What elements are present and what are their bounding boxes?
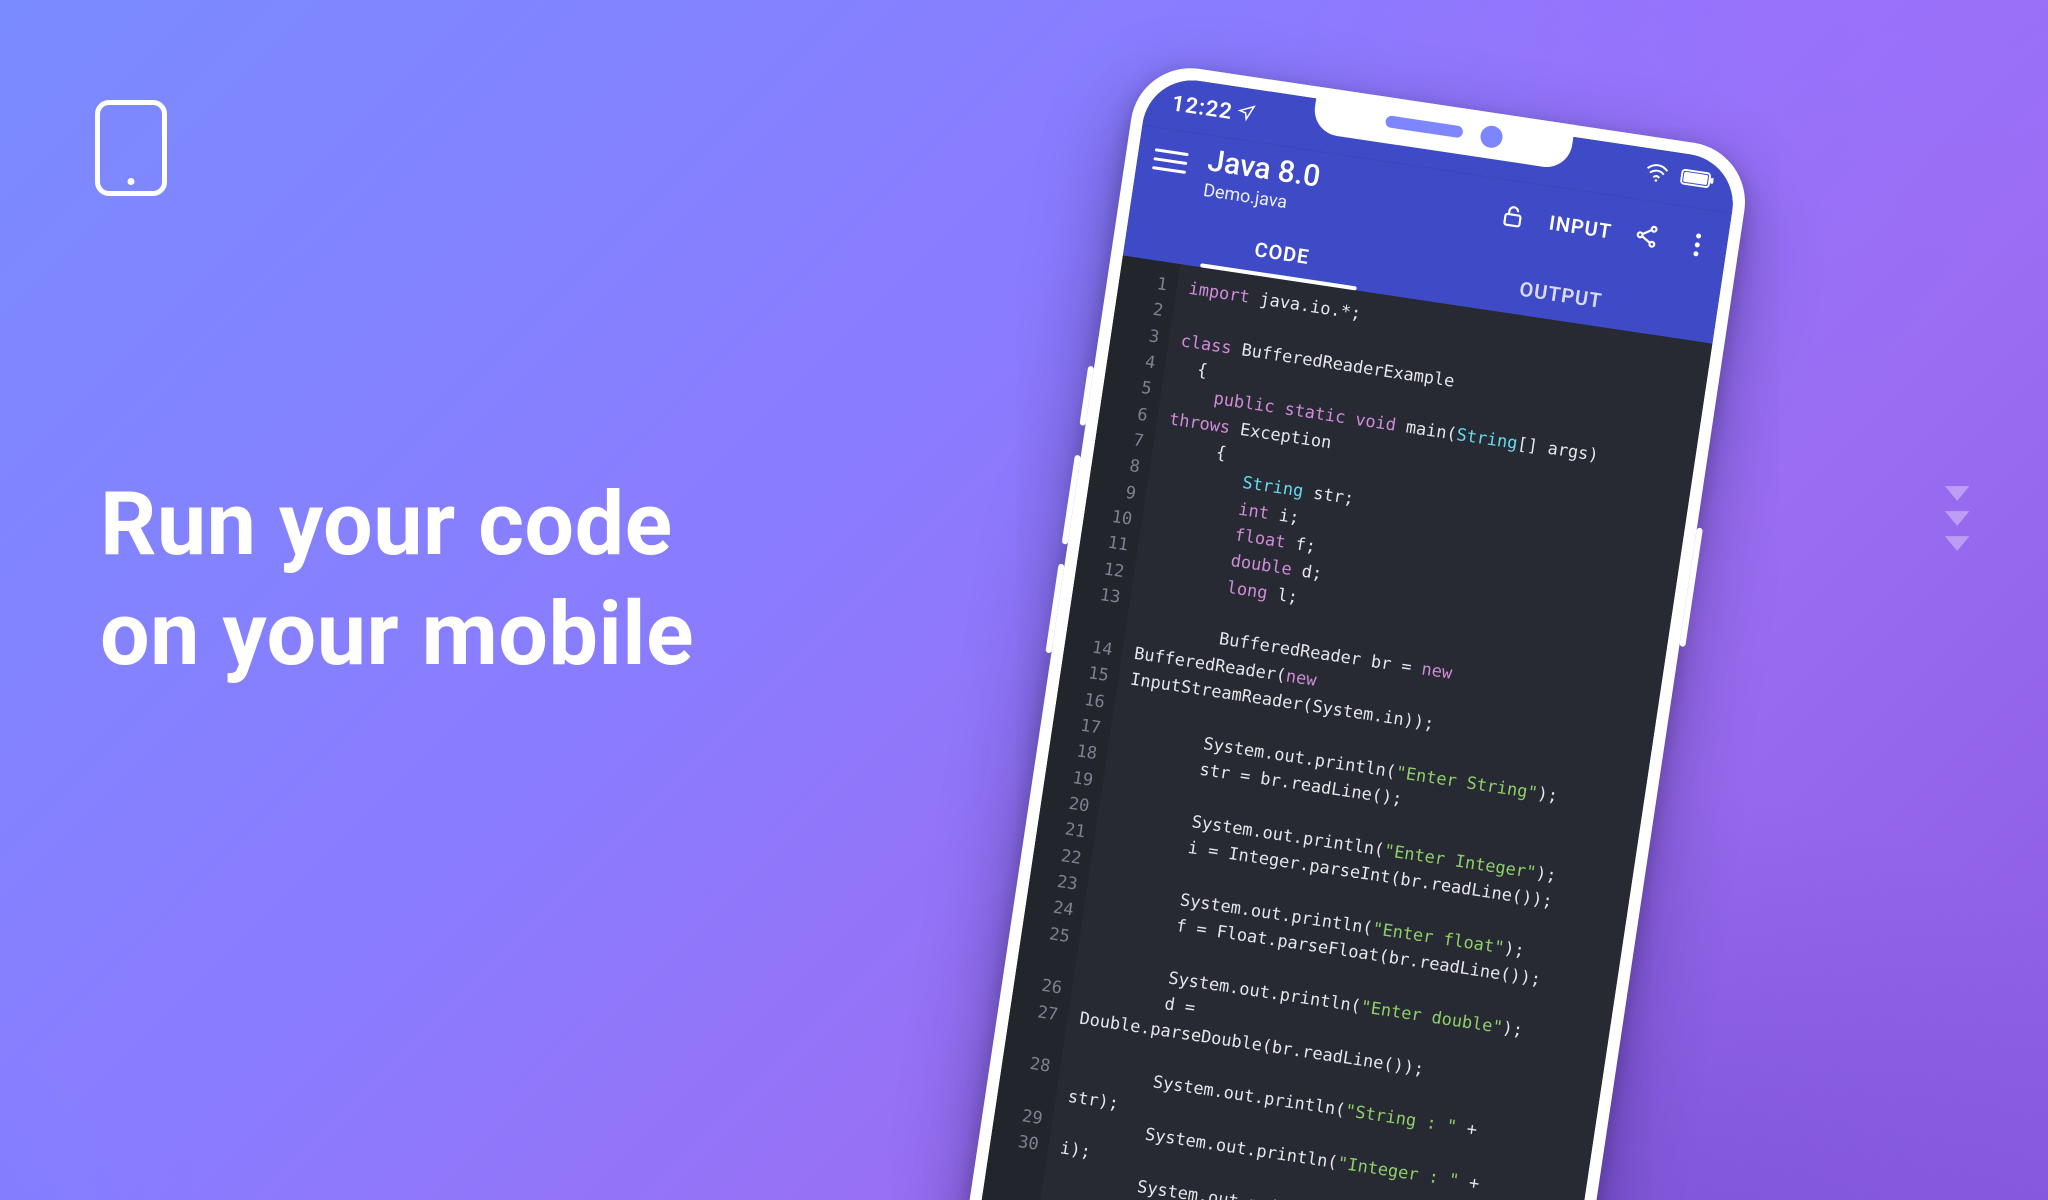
code-editor[interactable]: 12345678910111213 1415161718192021222324…	[969, 256, 1712, 1200]
phone-side-button	[1079, 366, 1094, 426]
status-time: 12:22	[1170, 91, 1234, 125]
wifi-icon	[1644, 162, 1670, 183]
phone-side-button	[1045, 564, 1064, 654]
headline-line-1: Run your code	[100, 470, 694, 580]
share-icon[interactable]	[1632, 221, 1664, 253]
promo-stage: Run your code on your mobile ▼▼▼ 12:22	[0, 0, 2048, 1200]
input-button[interactable]: INPUT	[1548, 210, 1614, 243]
chevron-down-icon: ▼▼▼	[1936, 480, 1978, 556]
headline-line-2: on your mobile	[100, 580, 694, 690]
menu-button[interactable]	[1151, 141, 1190, 180]
device-mockup: 12:22	[955, 60, 1753, 1200]
phone-side-button	[1679, 527, 1703, 647]
location-icon	[1236, 102, 1256, 122]
headline: Run your code on your mobile	[100, 470, 694, 690]
phone-side-button	[1062, 455, 1081, 545]
battery-icon	[1680, 168, 1716, 189]
lock-open-icon[interactable]	[1498, 201, 1530, 233]
phone-outline-icon	[95, 100, 167, 196]
overflow-menu-button[interactable]	[1681, 228, 1713, 260]
